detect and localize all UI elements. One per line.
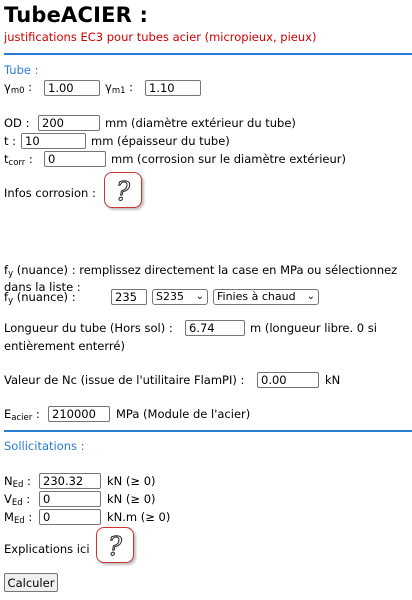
t-corr-unit: mm (corrosion sur le diamètre extérieur)	[111, 152, 346, 166]
fy-note: fy (nuance) : remplissez directement la …	[4, 263, 398, 279]
od-label: OD :	[4, 116, 30, 130]
finish-select[interactable]: Finies à chaud ⌄	[213, 289, 319, 305]
t-corr-label: tcorr :	[4, 152, 33, 168]
t-input[interactable]	[21, 133, 86, 149]
chevron-down-icon: ⌄	[306, 291, 315, 302]
od-unit: mm (diamètre extérieur du tube)	[105, 116, 296, 130]
explications-help-button[interactable]: ?	[96, 527, 134, 563]
length-unit: m (longueur libre. 0 si	[250, 321, 377, 335]
gamma-m0-label: γm0 :	[4, 80, 33, 96]
svg-text:?: ?	[116, 177, 131, 207]
loads-section-heading: Sollicitations :	[4, 439, 85, 453]
infos-corrosion-label: Infos corrosion :	[4, 186, 96, 200]
gamma-m1-label: γm1 :	[105, 80, 134, 96]
fy-label: fy (nuance) :	[4, 290, 76, 306]
explications-label: Explications ici	[4, 542, 90, 556]
page-title: TubeACIER :	[4, 3, 149, 27]
question-mark-icon: ?	[116, 177, 132, 208]
finish-select-value: Finies à chaud	[217, 290, 296, 303]
gamma-m1-input[interactable]	[145, 80, 201, 96]
e-acier-input[interactable]	[48, 406, 110, 422]
ved-label: VEd :	[4, 492, 31, 508]
page-subtitle: justifications EC3 pour tubes acier (mic…	[4, 30, 317, 44]
fy-input[interactable]	[111, 289, 147, 305]
chevron-down-icon: ⌄	[195, 291, 204, 302]
grade-select[interactable]: S235 ⌄	[152, 289, 208, 305]
ved-input[interactable]	[39, 491, 101, 507]
header-divider	[4, 53, 412, 55]
ned-unit: kN (≥ 0)	[107, 474, 156, 488]
section-divider	[4, 430, 412, 432]
t-label: t :	[4, 134, 17, 148]
infos-corrosion-help-button[interactable]: ?	[104, 172, 142, 208]
t-corr-input[interactable]	[44, 151, 106, 167]
nc-input[interactable]	[257, 372, 319, 388]
med-unit: kN.m (≥ 0)	[107, 510, 171, 524]
nc-label: Valeur de Nc (issue de l'utilitaire Flam…	[4, 373, 245, 387]
svg-text:?: ?	[108, 532, 123, 562]
length-label: Longueur du tube (Hors sol) :	[4, 321, 173, 335]
gamma-m0-input[interactable]	[44, 80, 100, 96]
length-unit-line2: entièrement enterré)	[4, 339, 125, 353]
ned-input[interactable]	[39, 473, 101, 489]
e-acier-unit: MPa (Module de l'acier)	[116, 407, 251, 421]
med-input[interactable]	[39, 509, 101, 525]
length-input[interactable]	[185, 320, 245, 336]
med-label: MEd :	[4, 510, 33, 526]
tube-section-heading: Tube :	[4, 63, 39, 77]
question-mark-icon: ?	[108, 532, 124, 563]
od-input[interactable]	[38, 115, 100, 131]
e-acier-label: Eacier :	[4, 407, 40, 423]
t-unit: mm (épaisseur du tube)	[91, 134, 230, 148]
grade-select-value: S235	[156, 290, 184, 303]
calculate-button[interactable]: Calculer	[4, 573, 58, 592]
ved-unit: kN (≥ 0)	[107, 492, 156, 506]
nc-unit: kN	[325, 373, 341, 387]
ned-label: NEd :	[4, 474, 31, 490]
